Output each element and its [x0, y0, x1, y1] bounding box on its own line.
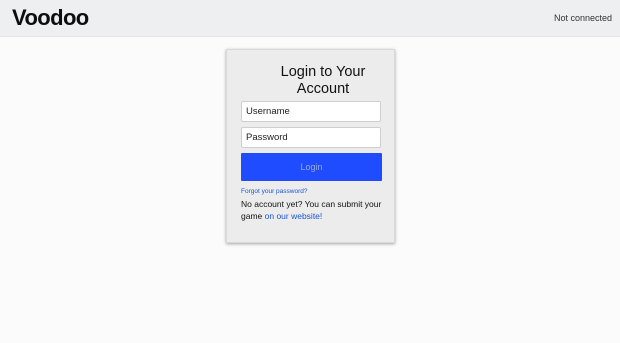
username-input[interactable] — [241, 101, 381, 122]
connection-status: Not connected — [553, 13, 612, 23]
website-link[interactable]: on our website! — [265, 211, 323, 221]
forgot-password-link[interactable]: Forgot your password? — [241, 188, 307, 196]
login-card: Login to Your Account Login Forgot your … — [226, 49, 395, 243]
voodoo-logo[interactable]: Voodoo — [12, 6, 89, 30]
signup-message: No account yet? You can submit your game… — [241, 198, 386, 222]
login-button[interactable]: Login — [241, 153, 382, 181]
header-bar: Voodoo Not connected — [0, 0, 620, 37]
login-title: Login to Your Account — [280, 64, 366, 97]
password-input[interactable] — [241, 127, 381, 148]
